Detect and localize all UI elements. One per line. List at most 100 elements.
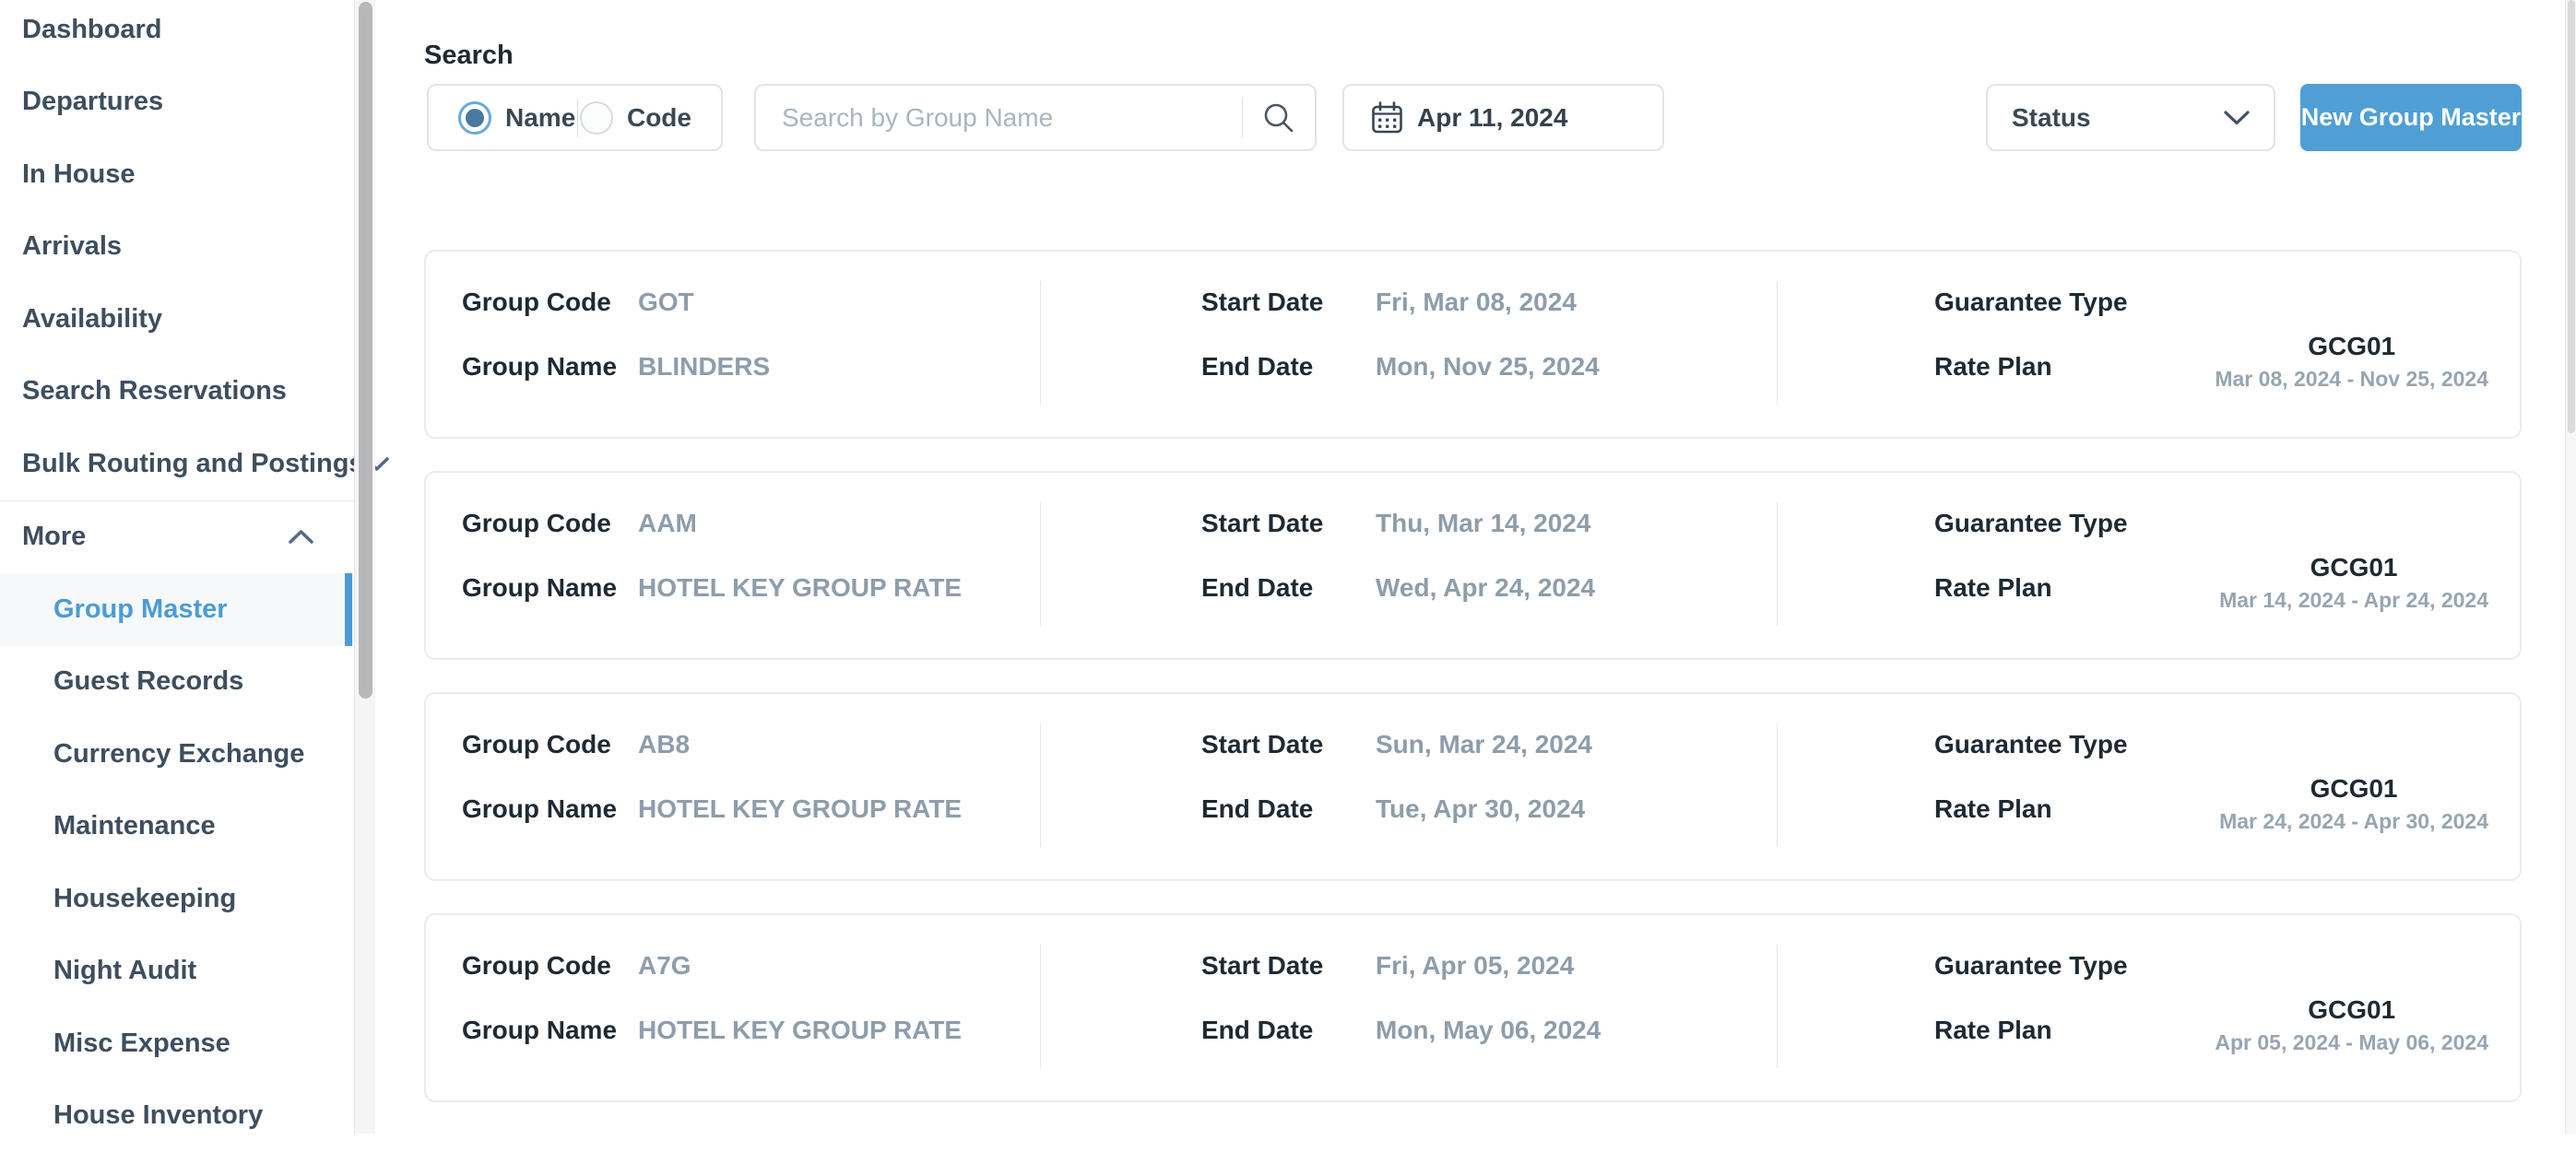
sidebar-item-maintenance[interactable]: Maintenance — [0, 791, 354, 864]
card-column-divider — [1777, 502, 1778, 626]
group-name-value: HOTEL KEY GROUP RATE — [638, 795, 962, 823]
rate-plan-range: Mar 14, 2024 - Apr 24, 2024 — [2219, 589, 2488, 612]
group-name-label: Group Name — [462, 353, 617, 381]
card-column-divider — [1777, 281, 1778, 405]
window-scrollbar-thumb[interactable] — [2568, 0, 2575, 433]
sidebar: Dashboard Departures In House Arrivals A… — [0, 0, 375, 1134]
group-name-label: Group Name — [462, 1017, 617, 1044]
sidebar-item-label: Availability — [22, 304, 162, 335]
group-code-value: AB8 — [638, 731, 690, 758]
sidebar-item-bulk-routing-and-postings[interactable]: Bulk Routing and Postings — [0, 428, 354, 500]
group-name-value: BLINDERS — [638, 353, 770, 381]
sidebar-scrollbar-thumb[interactable] — [359, 2, 372, 699]
rate-plan-value: GCG01 — [2310, 775, 2398, 803]
card-column-divider — [1777, 945, 1778, 1068]
card-column-divider — [1040, 502, 1041, 626]
radio-option-name[interactable]: Name — [458, 101, 575, 135]
guarantee-type-label: Guarantee Type — [1934, 288, 2128, 316]
search-input[interactable] — [756, 103, 1242, 133]
sidebar-item-in-house[interactable]: In House — [0, 138, 354, 211]
end-date-value: Wed, Apr 24, 2024 — [1376, 574, 1595, 602]
card-column-divider — [1777, 723, 1778, 847]
sidebar-item-dashboard[interactable]: Dashboard — [0, 0, 354, 66]
start-date-value: Sun, Mar 24, 2024 — [1376, 731, 1592, 758]
sidebar-item-label: Currency Exchange — [53, 739, 304, 770]
sidebar-item-label: Search Reservations — [22, 376, 287, 406]
guarantee-type-label: Guarantee Type — [1934, 952, 2128, 980]
new-group-master-button[interactable]: New Group Master — [2300, 84, 2522, 151]
group-card[interactable]: Group Code A7G Group Name HOTEL KEY GROU… — [424, 913, 2522, 1102]
start-date-value: Thu, Mar 14, 2024 — [1376, 510, 1590, 537]
rate-plan-block: GCG01 Apr 05, 2024 - May 06, 2024 — [2215, 996, 2488, 1054]
search-by-toggle: Name Code — [427, 84, 723, 151]
sidebar-scrollbar[interactable] — [354, 0, 375, 1134]
sidebar-item-label: House Inventory — [53, 1100, 263, 1131]
start-date-label: Start Date — [1201, 510, 1323, 537]
group-code-value: A7G — [638, 952, 691, 980]
sidebar-item-misc-expense[interactable]: Misc Expense — [0, 1007, 354, 1080]
end-date-value: Mon, Nov 25, 2024 — [1376, 353, 1600, 381]
sidebar-item-more[interactable]: More — [0, 501, 354, 574]
sidebar-item-label: Maintenance — [53, 811, 216, 841]
rate-plan-block: GCG01 Mar 24, 2024 - Apr 30, 2024 — [2219, 775, 2488, 833]
sidebar-item-label: In House — [22, 159, 135, 190]
radio-unselected-icon[interactable] — [580, 101, 613, 135]
rate-plan-range: Mar 24, 2024 - Apr 30, 2024 — [2219, 810, 2488, 833]
rate-plan-label: Rate Plan — [1934, 1017, 2052, 1044]
sidebar-item-label: Dashboard — [22, 15, 161, 45]
rate-plan-value: GCG01 — [2308, 333, 2395, 360]
main-content: Search Name Code — [376, 0, 2576, 1134]
search-controls: Name Code — [376, 84, 2576, 151]
date-picker[interactable]: Apr 11, 2024 — [1342, 84, 1664, 151]
rate-plan-block: GCG01 Mar 14, 2024 - Apr 24, 2024 — [2219, 554, 2488, 612]
sidebar-item-label: More — [22, 522, 86, 552]
sidebar-item-night-audit[interactable]: Night Audit — [0, 935, 354, 1008]
rate-plan-value: GCG01 — [2310, 554, 2398, 582]
radio-selected-icon[interactable] — [458, 101, 491, 135]
radio-option-code[interactable]: Code — [580, 101, 691, 135]
group-name-value: HOTEL KEY GROUP RATE — [638, 574, 962, 602]
window-scrollbar[interactable] — [2565, 0, 2576, 1134]
start-date-value: Fri, Apr 05, 2024 — [1376, 952, 1574, 980]
group-card[interactable]: Group Code GOT Group Name BLINDERS Start… — [424, 250, 2522, 439]
sidebar-item-search-reservations[interactable]: Search Reservations — [0, 356, 354, 429]
group-name-label: Group Name — [462, 795, 617, 823]
sidebar-item-departures[interactable]: Departures — [0, 66, 354, 139]
sidebar-item-label: Group Master — [53, 594, 228, 625]
rate-plan-range: Mar 08, 2024 - Nov 25, 2024 — [2215, 368, 2488, 391]
sidebar-item-group-master[interactable]: Group Master — [0, 573, 354, 646]
status-dropdown[interactable]: Status — [1986, 84, 2275, 151]
sidebar-item-label: Bulk Routing and Postings — [22, 449, 364, 479]
sidebar-item-label: Misc Expense — [53, 1029, 230, 1059]
sidebar-item-label: Arrivals — [22, 231, 122, 262]
magnifier-icon[interactable] — [1262, 101, 1295, 135]
page-title: Search — [424, 41, 514, 71]
sidebar-item-arrivals[interactable]: Arrivals — [0, 211, 354, 284]
rate-plan-label: Rate Plan — [1934, 353, 2052, 381]
sidebar-item-availability[interactable]: Availability — [0, 283, 354, 356]
status-label: Status — [2012, 103, 2091, 133]
rate-plan-label: Rate Plan — [1934, 574, 2052, 602]
sidebar-item-currency-exchange[interactable]: Currency Exchange — [0, 718, 354, 791]
group-name-label: Group Name — [462, 574, 617, 602]
guarantee-type-label: Guarantee Type — [1934, 510, 2128, 537]
rate-plan-block: GCG01 Mar 08, 2024 - Nov 25, 2024 — [2215, 333, 2488, 391]
sidebar-item-guest-records[interactable]: Guest Records — [0, 646, 354, 719]
rate-plan-value: GCG01 — [2308, 996, 2395, 1024]
sidebar-item-housekeeping[interactable]: Housekeeping — [0, 863, 354, 935]
start-date-label: Start Date — [1201, 952, 1323, 980]
end-date-label: End Date — [1201, 795, 1313, 823]
search-field — [754, 84, 1317, 151]
sidebar-item-house-inventory[interactable]: House Inventory — [0, 1080, 354, 1152]
chevron-up-icon — [289, 529, 313, 545]
group-code-value: AAM — [638, 510, 697, 537]
sidebar-nav: Dashboard Departures In House Arrivals A… — [0, 0, 354, 1152]
rate-plan-label: Rate Plan — [1934, 795, 2052, 823]
calendar-icon — [1370, 100, 1404, 135]
group-card[interactable]: Group Code AAM Group Name HOTEL KEY GROU… — [424, 471, 2522, 660]
card-column-divider — [1040, 945, 1041, 1068]
group-card[interactable]: Group Code AB8 Group Name HOTEL KEY GROU… — [424, 692, 2522, 881]
sidebar-item-label: Departures — [22, 87, 163, 117]
group-code-value: GOT — [638, 288, 694, 316]
radio-name-label: Name — [505, 103, 575, 133]
